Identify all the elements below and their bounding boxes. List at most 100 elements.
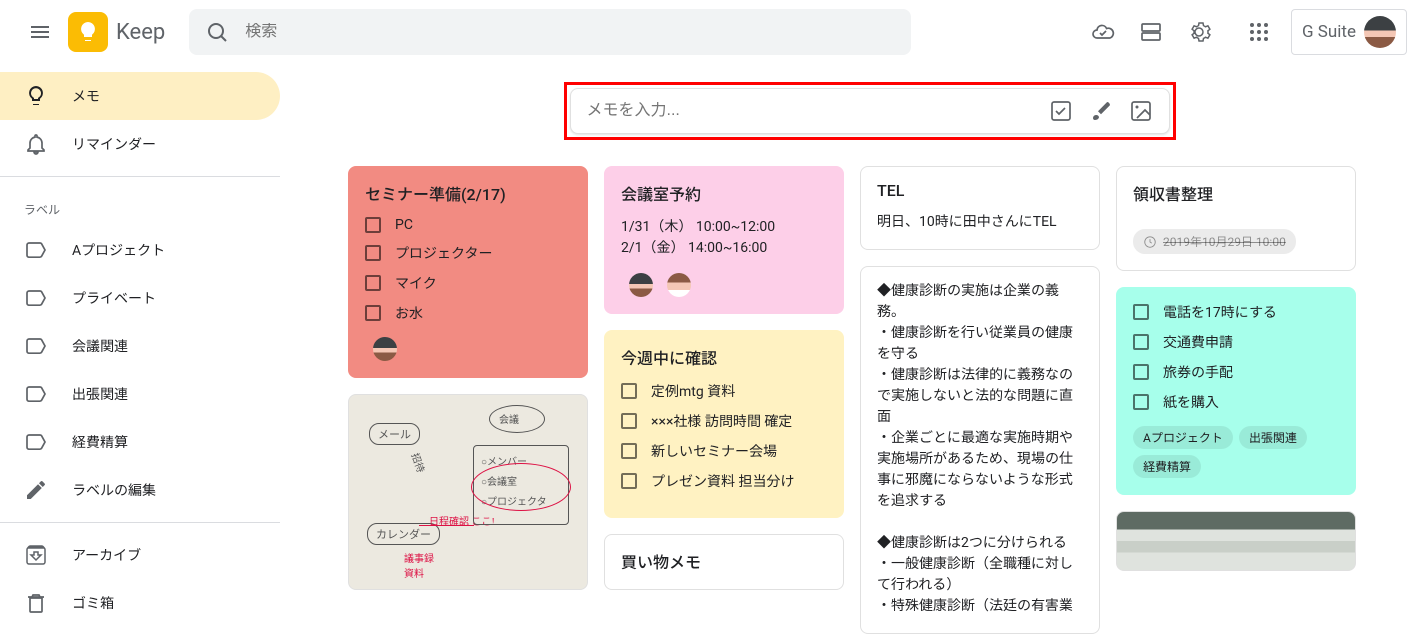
note-card[interactable]: セミナー準備(2/17) PC プロジェクター マイク お水 (348, 166, 588, 378)
new-note-input[interactable] (587, 102, 1049, 120)
checklist-item[interactable]: 旅券の手配 (1133, 362, 1339, 382)
note-image-card[interactable] (1116, 511, 1356, 571)
checklist-item[interactable]: 交通費申請 (1133, 332, 1339, 352)
checklist-item[interactable]: PC (365, 217, 571, 233)
note-body: 明日、10時に田中さんにTEL (877, 212, 1083, 233)
note-label-chip[interactable]: Aプロジェクト (1133, 426, 1233, 449)
collaborator-avatar (373, 337, 397, 361)
checklist-item[interactable]: 紙を購入 (1133, 392, 1339, 412)
checkbox-icon (1049, 99, 1073, 123)
note-card[interactable]: 電話を17時にする 交通費申請 旅券の手配 紙を購入 Aプロジェクト 出張関連 … (1116, 287, 1356, 495)
checkbox-icon[interactable] (365, 275, 381, 291)
nav-reminders[interactable]: リマインダー (0, 120, 280, 168)
new-drawing-button[interactable] (1089, 99, 1113, 123)
apps-button[interactable] (1235, 8, 1283, 56)
checkbox-icon[interactable] (365, 245, 381, 261)
checklist-item[interactable]: 電話を17時にする (1133, 302, 1339, 322)
note-card[interactable]: 今週中に確認 定例mtg 資料 ×××社様 訪問時間 確定 新しいセミナー会場 … (604, 330, 844, 518)
label-icon (24, 286, 48, 310)
bell-icon (24, 132, 48, 156)
sidebar-label-item[interactable]: 会議関連 (0, 322, 280, 370)
sidebar: メモ リマインダー ラベル Aプロジェクト プライベート 会議関連 出張関連 経… (0, 64, 280, 634)
wb-agenda1: 議事録 (404, 550, 434, 565)
note-title: 買い物メモ (621, 549, 827, 573)
wb-mail: メール (369, 423, 420, 445)
checkbox-icon[interactable] (621, 473, 637, 489)
wb-meeting: 会議 (499, 411, 519, 426)
nav-archive[interactable]: アーカイブ (0, 531, 280, 579)
checklist-item[interactable]: ×××社様 訪問時間 確定 (621, 411, 827, 431)
list-view-icon (1139, 20, 1163, 44)
label-icon (24, 238, 48, 262)
labels-header: ラベル (0, 185, 280, 226)
checklist-item[interactable]: プロジェクター (365, 243, 571, 263)
note-card[interactable]: 会議室予約 1/31（木） 10:00~12:00 2/1（金） 14:00~1… (604, 166, 844, 314)
checkbox-icon[interactable] (1133, 304, 1149, 320)
checklist-item[interactable]: マイク (365, 273, 571, 293)
sidebar-label-item[interactable]: 出張関連 (0, 370, 280, 418)
note-label-chip[interactable]: 出張関連 (1239, 426, 1307, 449)
apps-icon (1247, 20, 1271, 44)
sidebar-label-item[interactable]: プライベート (0, 274, 280, 322)
gsuite-label: G Suite (1302, 22, 1356, 42)
main: セミナー準備(2/17) PC プロジェクター マイク お水 メール カレンダー… (280, 64, 1423, 634)
gear-icon (1187, 20, 1211, 44)
brush-icon (1089, 99, 1113, 123)
checkbox-icon[interactable] (365, 217, 381, 233)
note-body: ◆健康診断の実施は企業の義務。 ・健康診断を行い従業員の健康を守る ・健康診断は… (877, 281, 1083, 617)
note-body: 1/31（木） 10:00~12:00 2/1（金） 14:00~16:00 (621, 217, 827, 259)
checklist-item[interactable]: プレゼン資料 担当分け (621, 471, 827, 491)
avatar[interactable] (1364, 16, 1396, 48)
wb-invite: 招待 (409, 451, 430, 475)
checkbox-icon[interactable] (621, 443, 637, 459)
new-note-wrap (570, 88, 1170, 134)
note-title: 会議室予約 (621, 181, 827, 205)
checkbox-icon[interactable] (621, 413, 637, 429)
menu-button[interactable] (16, 8, 64, 56)
note-card[interactable]: 領収書整理 2019年10月29日 10:00 (1116, 166, 1356, 271)
checklist-item[interactable]: 新しいセミナー会場 (621, 441, 827, 461)
nav-label: メモ (72, 86, 100, 106)
new-image-note-button[interactable] (1129, 99, 1153, 123)
reminder-chip[interactable]: 2019年10月29日 10:00 (1133, 229, 1296, 254)
settings-button[interactable] (1175, 8, 1223, 56)
collaborator-avatar (629, 273, 653, 297)
checkbox-icon[interactable] (621, 383, 637, 399)
nav-edit-labels[interactable]: ラベルの編集 (0, 466, 280, 514)
app-logo[interactable]: Keep (64, 12, 165, 52)
note-title: セミナー準備(2/17) (365, 181, 571, 205)
nav-notes[interactable]: メモ (0, 72, 280, 120)
search-bar[interactable] (189, 9, 911, 55)
checkbox-icon[interactable] (1133, 364, 1149, 380)
bulb-icon (24, 84, 48, 108)
refresh-button[interactable] (1079, 8, 1127, 56)
wb-agenda2: 資料 (404, 565, 424, 580)
app-name: Keep (116, 20, 165, 45)
new-note-input-bar[interactable] (570, 88, 1170, 134)
checkbox-icon[interactable] (365, 305, 381, 321)
sidebar-label-item[interactable]: 経費精算 (0, 418, 280, 466)
checkbox-icon[interactable] (1133, 334, 1149, 350)
note-label-chip[interactable]: 経費精算 (1133, 455, 1201, 478)
note-grid: セミナー準備(2/17) PC プロジェクター マイク お水 メール カレンダー… (348, 166, 1391, 634)
note-image-card[interactable]: メール カレンダー 会議 日程確認 ここ! 招待 ○メンバー ○会議室 ○プロジ… (348, 394, 588, 590)
menu-icon (28, 20, 52, 44)
image-icon (1129, 99, 1153, 123)
archive-icon (24, 543, 48, 567)
note-title: 今週中に確認 (621, 345, 827, 369)
checklist-item[interactable]: 定例mtg 資料 (621, 381, 827, 401)
pencil-icon (24, 478, 48, 502)
new-list-button[interactable] (1049, 99, 1073, 123)
label-icon (24, 334, 48, 358)
view-toggle-button[interactable] (1127, 8, 1175, 56)
nav-trash[interactable]: ゴミ箱 (0, 579, 280, 627)
sidebar-label-item[interactable]: Aプロジェクト (0, 226, 280, 274)
checklist-item[interactable]: お水 (365, 303, 571, 323)
note-card[interactable]: 買い物メモ (604, 534, 844, 590)
gsuite-badge[interactable]: G Suite (1291, 9, 1407, 55)
note-card[interactable]: TEL 明日、10時に田中さんにTEL (860, 166, 1100, 250)
search-input[interactable] (245, 23, 903, 41)
checkbox-icon[interactable] (1133, 394, 1149, 410)
note-card[interactable]: ◆健康診断の実施は企業の義務。 ・健康診断を行い従業員の健康を守る ・健康診断は… (860, 266, 1100, 634)
nav-label: リマインダー (72, 134, 156, 154)
